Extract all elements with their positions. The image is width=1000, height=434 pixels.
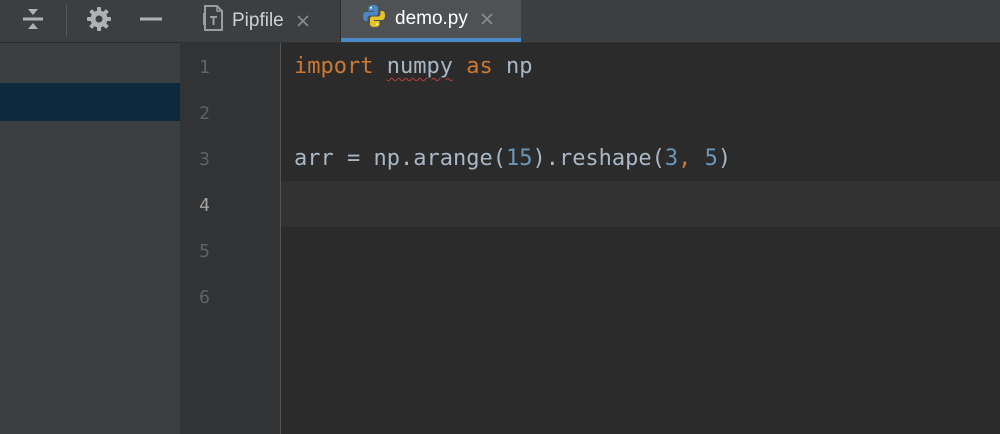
close-icon[interactable] xyxy=(480,12,494,26)
call-arange: np.arange( xyxy=(373,146,506,171)
line-number: 6 xyxy=(199,287,210,308)
keyword-import: import xyxy=(294,54,374,79)
number-literal: 15 xyxy=(505,146,533,171)
alias-np: np xyxy=(505,54,533,79)
collapse-all-icon xyxy=(20,6,46,37)
number-literal: 3 xyxy=(664,146,679,171)
toolbar-separator xyxy=(66,5,67,37)
tab-pipfile[interactable]: Pipfile xyxy=(180,0,340,42)
code-line-3: arr = np.arange(15).reshape(3, 5) xyxy=(294,136,731,182)
collapse-all-button[interactable] xyxy=(18,6,48,36)
minimize-button[interactable] xyxy=(136,6,166,36)
tab-label: demo.py xyxy=(395,8,468,29)
project-tree-selected-row[interactable] xyxy=(0,83,180,121)
line-number: 3 xyxy=(199,149,210,170)
settings-button[interactable] xyxy=(84,6,114,36)
line-number-gutter[interactable]: 1 2 3 4 5 6 xyxy=(180,43,281,434)
close-icon[interactable] xyxy=(296,14,310,28)
line-number-current: 4 xyxy=(199,195,210,216)
line-number: 5 xyxy=(199,241,210,262)
code-editor[interactable]: import numpy as np arr = np.arange(15).r… xyxy=(281,43,1000,434)
current-line-highlight xyxy=(281,181,1000,227)
project-toolbar xyxy=(0,0,180,43)
line-number: 2 xyxy=(199,103,210,124)
ide-window: Pipfile demo.py 1 2 3 4 5 6 import numpy… xyxy=(0,0,1000,434)
minimize-icon xyxy=(138,6,164,37)
pipfile-icon xyxy=(202,5,224,37)
close-paren: ) xyxy=(717,146,732,171)
number-literal: 5 xyxy=(704,146,718,171)
comma: , xyxy=(678,146,705,171)
variable-arr: arr xyxy=(294,146,334,171)
editor-tabs: Pipfile demo.py xyxy=(180,0,1000,43)
assign-operator: = xyxy=(333,146,374,171)
tab-label: Pipfile xyxy=(232,10,284,31)
unresolved-module-numpy[interactable]: numpy xyxy=(387,54,453,79)
python-icon xyxy=(361,3,387,35)
line-number: 1 xyxy=(199,57,210,78)
code-line-1: import numpy as np xyxy=(294,44,532,90)
project-panel xyxy=(0,0,180,434)
gear-icon xyxy=(85,5,113,38)
keyword-as: as xyxy=(466,54,493,79)
call-reshape: ).reshape( xyxy=(532,146,665,171)
tab-demo-py[interactable]: demo.py xyxy=(341,0,521,42)
